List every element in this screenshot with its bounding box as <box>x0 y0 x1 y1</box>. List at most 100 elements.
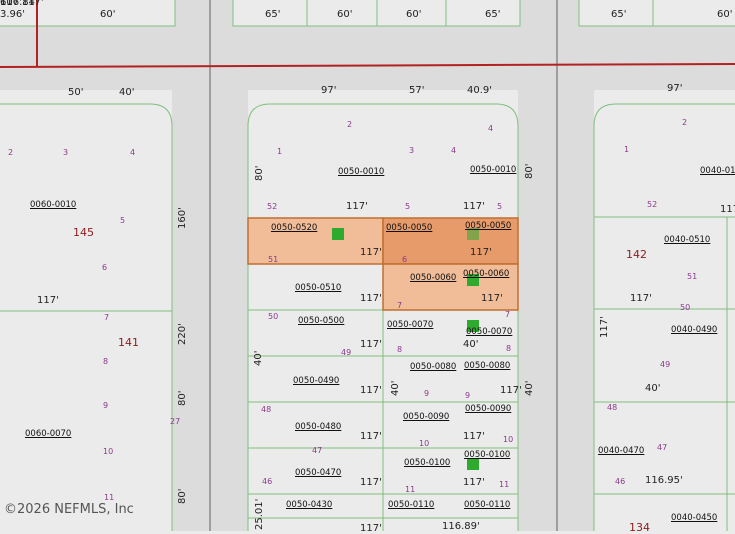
parcel-id-label[interactable]: 0050-0110 <box>464 501 510 510</box>
parcel-id-label[interactable]: 0050-0520 <box>271 224 317 233</box>
dimension-label: 40' <box>463 339 479 350</box>
dimension-label: 60' <box>100 9 116 20</box>
lot-number-label: 9 <box>103 401 109 410</box>
lot-number-label: 4 <box>130 148 136 157</box>
lot-number-label: 4 <box>488 124 494 133</box>
lot-number-label: 6 <box>102 263 108 272</box>
dimension-label: 40' <box>524 380 535 396</box>
block-number-label: 145 <box>73 226 94 239</box>
lot-number-label: 50 <box>680 303 691 312</box>
dimension-label: 40' <box>253 350 264 366</box>
lot-number-label: 8 <box>103 357 109 366</box>
dimension-label: 60' <box>406 9 422 20</box>
dimension-label: 117' <box>360 385 382 396</box>
parcel-id-label[interactable]: 0040-0470 <box>598 447 644 456</box>
dimension-label: 65' <box>265 9 281 20</box>
dimension-label: 97' <box>321 85 337 96</box>
parcel-id-label[interactable]: 0050-0090 <box>403 413 449 422</box>
parcel-id-label[interactable]: 0050-0490 <box>293 377 339 386</box>
lot-number-label: 48 <box>261 405 272 414</box>
dimension-label: 40' <box>645 383 661 394</box>
listing-marker[interactable] <box>332 228 344 240</box>
lot-number-label: 6 <box>402 255 408 264</box>
parcel-id-label[interactable]: 0050-0050 <box>386 224 432 233</box>
dimension-label: 117' <box>346 201 368 212</box>
lot-number-label: 1 <box>624 145 630 154</box>
dimension-label: 117' <box>463 201 485 212</box>
parcel-id-label[interactable]: 0040-010 <box>700 167 735 176</box>
parcel-id-label[interactable]: 0060-0010 <box>30 201 76 210</box>
parcel-id-label[interactable]: 0050-0510 <box>295 284 341 293</box>
parcel-id-label[interactable]: 0040-0490 <box>671 326 717 335</box>
dimension-label: 60' <box>337 9 353 20</box>
lot-number-label: 10 <box>419 439 430 448</box>
lot-number-label: 5 <box>405 202 411 211</box>
dimension-label: 57' <box>409 85 425 96</box>
lot-number-label: 8 <box>397 345 403 354</box>
parcel-id-label[interactable]: 0050-0100 <box>464 451 510 460</box>
lot-number-label: 11 <box>405 485 416 494</box>
dimension-label: 3.96' <box>0 9 26 20</box>
dimension-label: 65' <box>485 9 501 20</box>
parcel-id-label[interactable]: 0040-0510 <box>664 236 710 245</box>
parcel-id-label[interactable]: 0050-0430 <box>286 501 332 510</box>
lot-number-label: 11 <box>104 493 115 502</box>
lot-number-label: 47 <box>312 446 323 455</box>
lot-number-label: 2 <box>682 118 688 127</box>
lot-number-label: 5 <box>120 216 126 225</box>
block-west <box>0 103 173 531</box>
dimension-label: 40' <box>390 380 401 396</box>
top-block-east <box>578 0 735 27</box>
dimension-label: 117' <box>37 295 59 306</box>
parcel-id-label[interactable]: 0050-0060 <box>463 270 509 279</box>
block-number-label: 134 <box>629 521 650 534</box>
lot-number-label: 51 <box>268 255 279 264</box>
dimension-label: 117' <box>463 477 485 488</box>
dimension-label: 117' <box>360 293 382 304</box>
parcel-id-label[interactable]: 0050-0050 <box>465 222 511 231</box>
lot-number-label: 10 <box>503 435 514 444</box>
dimension-label: 117' <box>360 339 382 350</box>
parcel-id-label[interactable]: 0050-0500 <box>298 317 344 326</box>
parcel-id-label[interactable]: 0040-0450 <box>671 514 717 523</box>
parcel-id-label[interactable]: 0050-0090 <box>465 405 511 414</box>
dimension-label: 97' <box>667 83 683 94</box>
lot-number-label: 7 <box>397 301 403 310</box>
dimension-label: 25.01' <box>254 498 265 530</box>
parcel-id-label[interactable]: 0050-0470 <box>295 469 341 478</box>
dimension-label: 117' <box>599 316 610 338</box>
lot-number-label: 9 <box>424 389 430 398</box>
dimension-label: 40.9' <box>467 85 493 96</box>
lot-number-label: 48 <box>607 403 618 412</box>
lot-number-label: 49 <box>341 348 352 357</box>
dimension-label: 80' <box>254 165 265 181</box>
lot-number-label: 8 <box>506 344 512 353</box>
lot-number-label: 27 <box>170 417 181 426</box>
parcel-id-label[interactable]: 0050-0110 <box>388 501 434 510</box>
lot-number-label: 52 <box>267 202 278 211</box>
lot-number-label: 9 <box>465 391 471 400</box>
lot-number-label: 47 <box>657 443 668 452</box>
parcel-map[interactable]: 3.96' 60' 65' 60' 60' 65' 65' 60' 50' 40' 97' 57' 40… <box>0 0 735 534</box>
dimension-label: 40' <box>119 87 135 98</box>
lot-number-label: 52 <box>647 200 658 209</box>
parcel-id-label[interactable]: 0050-0010 <box>470 166 516 175</box>
parcel-id-label[interactable]: 0050-0080 <box>464 362 510 371</box>
block-number-label: 141 <box>118 336 139 349</box>
lot-number-label: 46 <box>615 477 626 486</box>
lot-number-label: 51 <box>687 272 698 281</box>
parcel-id-label[interactable]: 0060-0070 <box>25 430 71 439</box>
parcel-id-label[interactable]: 0050-0060 <box>410 274 456 283</box>
parcel-id-label[interactable]: 0050-0100 <box>404 459 450 468</box>
lot-number-label: 3 <box>63 148 69 157</box>
dimension-label: 160' <box>177 207 188 229</box>
parcel-id-label[interactable]: 0050-0080 <box>410 363 456 372</box>
dimension-label: 117'117' <box>0 0 44 8</box>
parcel-id-label[interactable]: 0050-0070 <box>387 321 433 330</box>
dimension-label: 117' <box>500 385 522 396</box>
parcel-id-label[interactable]: 0050-0010 <box>338 168 384 177</box>
dimension-label: 117' <box>630 293 652 304</box>
parcel-id-label[interactable]: 0050-0480 <box>295 423 341 432</box>
lot-number-label: 5 <box>497 202 503 211</box>
parcel-id-label[interactable]: 0050-0070 <box>466 328 512 337</box>
